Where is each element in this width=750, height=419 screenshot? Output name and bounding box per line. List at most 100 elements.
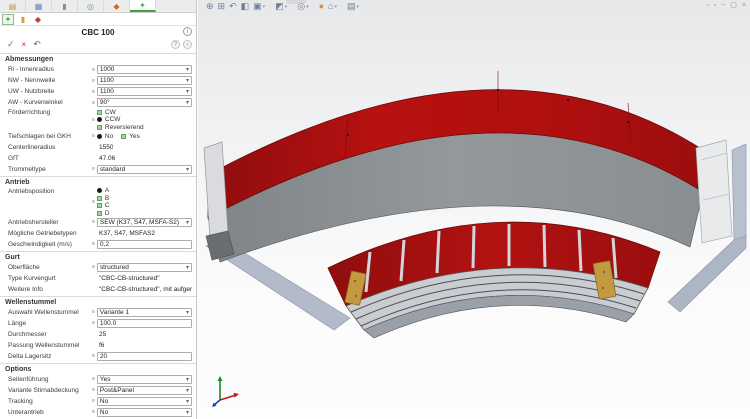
radio-option-d[interactable]: D	[97, 210, 110, 217]
radio-option-label: Reversierend	[105, 124, 144, 131]
radio-option-no[interactable]: No	[97, 133, 113, 140]
radio-option-label: C	[105, 202, 110, 209]
field-options-icon: ≡	[92, 320, 95, 326]
radio-option-yes[interactable]: Yes	[121, 133, 140, 140]
field-row: GfT47.06	[0, 153, 196, 164]
field-row: Auswahl Wellenstummel≡Variante 1▾	[0, 307, 196, 318]
field-value: 0,2	[100, 241, 189, 248]
field-row: Unterantrieb≡No▾	[0, 407, 196, 418]
info-icon[interactable]: i	[183, 27, 192, 36]
field-value: 1100	[100, 77, 186, 84]
radio-option-reversierend[interactable]: Reversierend	[97, 124, 144, 131]
field-control: ≡No Yes	[92, 133, 192, 140]
configurator-tab[interactable]: ✦	[130, 0, 156, 12]
dropdown-auswahl-wellenstummel[interactable]: Variante 1▾	[97, 308, 192, 317]
help-button[interactable]: ?	[171, 40, 180, 49]
field-row: Oberfläche≡structured▾	[0, 262, 196, 273]
dropdown-nw-nennweite[interactable]: 1100▾	[97, 76, 192, 85]
radio-option-ccw[interactable]: CCW	[97, 117, 144, 124]
field-options-icon: ≡	[92, 409, 95, 415]
dropdown-seitenführung[interactable]: Yes▾	[97, 375, 192, 384]
field-options-icon: ≡	[92, 387, 95, 393]
feature-tree-tab[interactable]: ▤	[0, 0, 26, 12]
property-tab-icon: ▦	[35, 2, 43, 11]
field-value: standard	[100, 166, 186, 173]
cad-application-window: ▤▦▮◎◆✦ ✦▮◆ CBC 100 i ✓ × ↶ ? ‹ Abmessung…	[0, 0, 750, 419]
field-options-icon: ≡	[92, 219, 95, 225]
radio-group-tiefschlagen-bei-gkh: No Yes	[97, 133, 140, 140]
field-row: Passung Wellenstummelf6	[0, 340, 196, 351]
dropdown-variante-stirnabdeckung[interactable]: Post&Panel▾	[97, 386, 192, 395]
export-subtab[interactable]: ◆	[32, 14, 44, 25]
field-options-icon: ≡	[92, 241, 95, 247]
dropdown-aw-kurvenwinkel[interactable]: 90°▾	[97, 98, 192, 107]
radio-option-a[interactable]: A	[97, 188, 110, 195]
static-value-type-kurvengurt: "CBC-CB-structured"	[99, 275, 160, 282]
panel-action-row: ✓ × ↶ ? ‹	[0, 38, 196, 51]
field-options-icon: ≡	[92, 353, 95, 359]
dropdown-ri-innenradius[interactable]: 1000▾	[97, 65, 192, 74]
field-row: Weitere Info"CBC-CB-structured", mit auf…	[0, 284, 196, 295]
input-geschwindigkeit-m-s[interactable]: 0,2	[97, 240, 192, 249]
section-header-abmessungen: Abmessungen	[0, 53, 196, 64]
field-control: ≡No▾	[92, 408, 192, 417]
input-länge[interactable]: 100.0	[97, 319, 192, 328]
field-label-durchmesser: Durchmesser	[8, 331, 92, 338]
dimxpert-tab-icon: ◆	[113, 2, 119, 11]
property-tab[interactable]: ▦	[26, 0, 52, 12]
chevron-down-icon: ▾	[186, 398, 189, 405]
radio-unselected-icon	[97, 203, 102, 208]
field-control: ≡100.0	[92, 319, 192, 328]
radio-unselected-icon	[97, 196, 102, 201]
chevron-down-icon: ▾	[186, 99, 189, 106]
static-value-centerlineradius: 1550	[99, 144, 113, 151]
graphics-viewport[interactable]: ⊕⊞↶◧▣▾·◩▾·◎▾·●⌂▾·▤▾· ▫▫−▢×	[198, 0, 750, 419]
field-options-icon: ≡	[92, 199, 95, 205]
field-label-geschwindigkeit-m-s: Geschwindigkeit (m/s)	[8, 241, 92, 248]
person-tab[interactable]: ▮	[52, 0, 78, 12]
chevron-down-icon: ▾	[186, 77, 189, 84]
dropdown-uw-nutzbreite[interactable]: 1100▾	[97, 87, 192, 96]
field-control: ≡Yes▾	[92, 375, 192, 384]
field-value: Variante 1	[100, 309, 186, 316]
pin-button[interactable]: ‹	[183, 40, 192, 49]
field-value: No	[100, 398, 186, 405]
dropdown-antriebshersteller[interactable]: SEW (K37, S47, MSFA-S2)▾	[97, 218, 192, 227]
parameters-subtab[interactable]: ▮	[17, 14, 29, 25]
model-right-endcap[interactable]	[696, 140, 732, 243]
radio-option-c[interactable]: C	[97, 203, 110, 210]
dimxpert-tab[interactable]: ◆	[104, 0, 130, 12]
configurator-subtab[interactable]: ✦	[2, 14, 14, 25]
radio-unselected-icon	[121, 134, 126, 139]
curved-conveyor-model[interactable]	[198, 0, 750, 419]
ok-button[interactable]: ✓	[7, 40, 15, 49]
field-value: SEW (K37, S47, MSFA-S2)	[100, 219, 186, 226]
chevron-down-icon: ▾	[186, 166, 189, 173]
dropdown-tracking[interactable]: No▾	[97, 397, 192, 406]
field-control: ≡standard▾	[92, 165, 192, 174]
field-label-tiefschlagen-bei-gkh: Tiefschlagen bei GKH	[8, 133, 92, 140]
dropdown-unterantrieb[interactable]: No▾	[97, 408, 192, 417]
radio-option-b[interactable]: B	[97, 195, 110, 202]
cancel-button[interactable]: ×	[22, 40, 27, 49]
field-options-icon: ≡	[92, 78, 95, 84]
field-options-icon: ≡	[92, 398, 95, 404]
configuration-tab[interactable]: ◎	[78, 0, 104, 12]
field-label-type-kurvengurt: Type Kurvengurt	[8, 275, 92, 282]
field-control: ≡90°▾	[92, 98, 192, 107]
input-delta-lagersitz[interactable]: 20	[97, 352, 192, 361]
dropdown-trommeltype[interactable]: standard▾	[97, 165, 192, 174]
field-control: ≡CWCCWReversierend	[92, 109, 192, 131]
field-row: Centerlineradius1550	[0, 142, 196, 153]
page-title: CBC 100	[82, 28, 115, 37]
field-control: f6	[92, 342, 192, 349]
field-options-icon: ≡	[92, 133, 95, 139]
undo-button[interactable]: ↶	[33, 40, 41, 49]
field-row: Variante Stirnabdeckung≡Post&Panel▾	[0, 385, 196, 396]
field-control: K37, S47, MSFAS2	[92, 230, 192, 237]
dropdown-oberfläche[interactable]: structured▾	[97, 263, 192, 272]
radio-unselected-icon	[97, 211, 102, 216]
radio-option-cw[interactable]: CW	[97, 109, 144, 116]
field-value: 1100	[100, 88, 186, 95]
field-label-trommeltype: Trommeltype	[8, 166, 92, 173]
